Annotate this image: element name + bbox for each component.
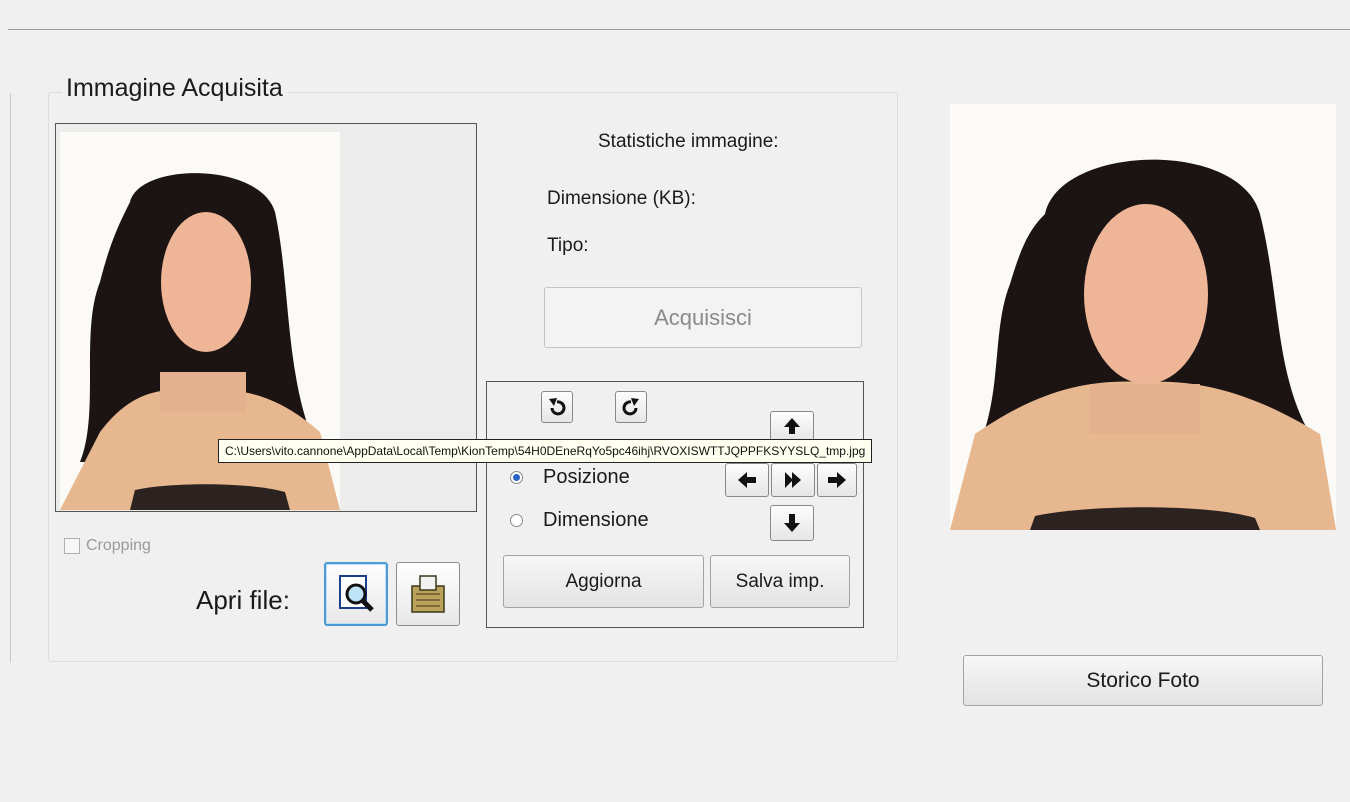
image-type-label: Tipo: [547, 235, 589, 256]
arrow-up-icon [784, 418, 800, 434]
group-title: Immagine Acquisita [62, 74, 287, 103]
rotate-left-button[interactable] [541, 391, 573, 423]
position-radio-label: Posizione [543, 466, 630, 488]
arrow-down-icon [784, 514, 800, 532]
rotate-right-icon [622, 398, 639, 416]
image-size-label: Dimensione (KB): [547, 188, 696, 209]
cropping-label: Cropping [86, 537, 151, 554]
move-up-button[interactable] [770, 411, 814, 441]
open-file-label: Apri file: [196, 585, 290, 615]
arrow-right-icon [828, 472, 846, 488]
size-radio-dot[interactable] [510, 514, 523, 527]
update-button[interactable]: Aggiorna [503, 555, 704, 608]
cropping-checkbox-box[interactable] [64, 538, 80, 554]
photo-history-button[interactable]: Storico Foto [963, 655, 1323, 706]
center-icon [785, 472, 801, 488]
size-radio-label: Dimensione [543, 509, 649, 531]
save-settings-button[interactable]: Salva imp. [710, 555, 850, 608]
open-file-button[interactable] [324, 562, 388, 626]
rotate-right-button[interactable] [615, 391, 647, 423]
left-panel-edge [10, 93, 11, 663]
move-right-button[interactable] [817, 463, 857, 497]
image-stats-title: Statistiche immagine: [598, 131, 779, 152]
position-radio[interactable]: Posizione [510, 466, 630, 489]
scanner-icon [411, 575, 445, 613]
cropping-checkbox[interactable]: Cropping [64, 537, 151, 555]
arrow-left-icon [738, 472, 756, 488]
file-path-tooltip: C:\Users\vito.cannone\AppData\Local\Temp… [218, 439, 873, 463]
open-file-magnifier-icon [339, 575, 374, 612]
current-photo [950, 104, 1336, 530]
scanner-button[interactable] [396, 562, 460, 626]
top-divider [8, 29, 1350, 30]
move-down-button[interactable] [770, 505, 814, 541]
size-radio[interactable]: Dimensione [510, 509, 649, 532]
acquire-button[interactable]: Acquisisci [544, 287, 862, 348]
rotate-left-icon [549, 398, 566, 416]
position-radio-dot[interactable] [510, 471, 523, 484]
center-button[interactable] [771, 463, 815, 497]
move-left-button[interactable] [725, 463, 769, 497]
